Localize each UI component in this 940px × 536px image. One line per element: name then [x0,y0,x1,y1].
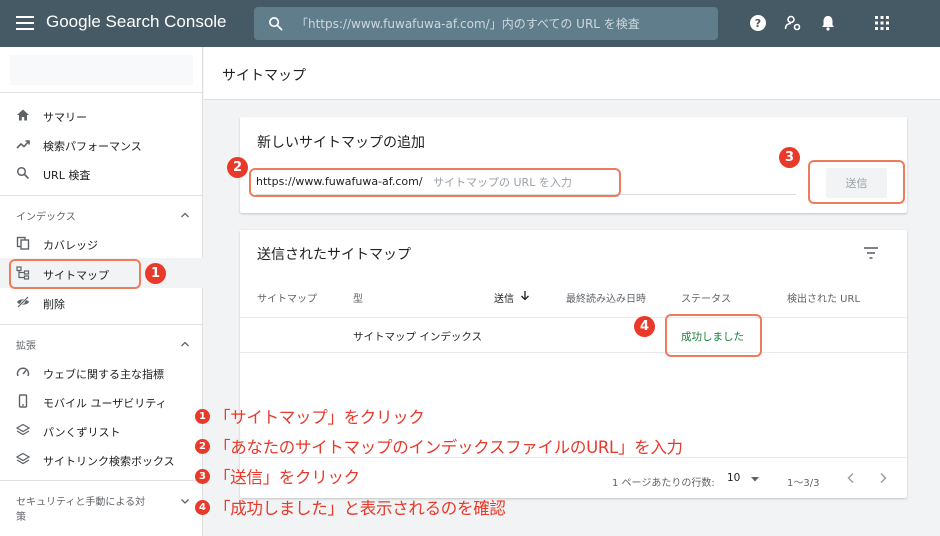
rows-per-page-select[interactable]: 10 [727,472,740,484]
sidebar-item-summary[interactable]: サマリー [0,101,203,129]
bell-icon[interactable] [819,14,837,32]
section-security-label-cont: 策 [16,512,26,523]
note-badge-1: 1 [195,408,210,424]
note-text: 「送信」をクリック [214,468,360,487]
instruction-note-3: 3 「送信」をクリック [195,464,360,488]
chevron-right-icon[interactable] [876,471,890,485]
eye-off-icon [17,296,29,308]
dropdown-arrow-icon[interactable] [750,475,760,483]
filter-icon[interactable] [863,246,879,260]
add-sitemap-card: 新しいサイトマップの追加 https://www.fuwafuwa-af.com… [240,117,907,213]
sidebar-item-label: サイトリンク検索ボックス [43,455,175,468]
search-bar[interactable] [254,7,718,40]
sidebar-item-performance[interactable]: 検索パフォーマンス [0,130,203,158]
trending-up-icon [16,140,30,149]
app-title[interactable]: Google Search Console [46,12,227,32]
sidebar-item-removals[interactable]: 削除 [0,288,203,316]
section-index-label: インデックス [16,212,76,223]
table-divider [240,352,907,353]
note-text: 「あなたのサイトマップのインデックスファイルのURL」を入力 [214,438,683,457]
note-text: 「成功しました」と表示されるのを確認 [214,499,506,518]
add-sitemap-title: 新しいサイトマップの追加 [257,135,425,151]
sidebar-divider [0,195,203,196]
column-header-type[interactable]: 型 [353,290,363,305]
step-badge-1: 1 [145,263,166,284]
highlight-submit-button [808,160,905,204]
sidebar-item-label: カバレッジ [43,239,98,252]
instruction-note-4: 4 「成功しました」と表示されるのを確認 [195,495,506,519]
note-badge-4: 4 [195,499,210,515]
page-title-bar: サイトマップ [204,47,940,100]
help-icon[interactable]: ? [749,14,767,32]
rows-per-page-label: 1 ページあたりの行数: [612,478,715,489]
search-icon[interactable] [268,16,283,31]
note-badge-3: 3 [195,468,210,484]
sidebar-item-label: 検索パフォーマンス [43,140,142,153]
svg-text:?: ? [755,17,761,30]
step-badge-3: 3 [779,147,800,168]
sidebar-item-breadcrumbs[interactable]: パンくずリスト [0,416,203,444]
home-icon [17,109,29,121]
column-header-submitted[interactable]: 送信 [494,290,514,305]
search-icon [16,166,30,180]
highlight-url-input [249,168,621,197]
user-settings-icon[interactable] [784,14,802,32]
column-header-discovered-urls[interactable]: 検出された URL [787,290,860,305]
sidebar-item-label: URL 検査 [43,169,91,182]
step-badge-2: 2 [227,157,248,178]
top-app-bar: Google Search Console ? [0,0,940,47]
sidebar-item-label: ウェブに関する主な指標 [43,368,164,381]
sidebar-item-coverage[interactable]: カバレッジ [0,229,203,257]
sidebar-item-sitelinks-searchbox[interactable]: サイトリンク検索ボックス [0,445,203,473]
section-enhancements-label: 拡張 [16,341,36,352]
sidebar-item-label: モバイル ユーザビリティ [43,397,167,410]
note-badge-2: 2 [195,438,210,454]
speedometer-icon [16,367,30,377]
sidebar-item-label: パンくずリスト [43,426,121,439]
apps-grid-icon[interactable] [873,14,891,32]
note-text: 「サイトマップ」をクリック [214,408,425,427]
highlight-success-status [665,314,762,357]
column-header-status[interactable]: ステータス [681,290,731,305]
layers-icon [16,452,30,465]
highlight-sitemaps-item [9,259,141,289]
instruction-note-2: 2 「あなたのサイトマップのインデックスファイルのURL」を入力 [195,434,683,458]
sidebar-divider [0,324,203,325]
smartphone-icon [18,394,28,408]
chevron-down-icon[interactable] [180,496,190,506]
sidebar-item-url-inspection[interactable]: URL 検査 [0,159,203,187]
instruction-note-1: 1 「サイトマップ」をクリック [195,404,425,428]
section-security-label: セキュリティと手動による対 [16,497,146,508]
layers-icon [16,423,30,436]
page-title: サイトマップ [222,68,306,84]
sidebar-item-label: 削除 [43,298,65,311]
search-input[interactable] [296,7,706,40]
table-divider [240,317,907,318]
sidebar-item-core-web-vitals[interactable]: ウェブに関する主な指標 [0,358,203,386]
column-header-last-read[interactable]: 最終読み込み日時 [566,290,646,305]
sidebar-divider [0,480,203,481]
step-badge-4: 4 [634,316,655,337]
submitted-sitemaps-title: 送信されたサイトマップ [257,247,411,263]
sidebar: サマリー 検索パフォーマンス URL 検査 インデックス カバレッジ サイトマッ… [0,47,203,536]
copy-pages-icon [16,236,30,250]
sidebar-divider [0,92,203,93]
chevron-up-icon[interactable] [180,339,190,349]
sidebar-item-label: サマリー [43,111,87,124]
menu-icon[interactable] [16,14,34,32]
sidebar-item-mobile-usability[interactable]: モバイル ユーザビリティ [0,387,203,415]
cell-type: サイトマップ インデックス [353,331,483,343]
arrow-down-icon[interactable] [520,290,530,301]
pagination-range: 1〜3/3 [787,478,820,489]
property-selector[interactable] [10,55,193,85]
chevron-left-icon[interactable] [844,471,858,485]
chevron-up-icon[interactable] [180,210,190,220]
column-header-sitemap[interactable]: サイトマップ [257,290,317,305]
